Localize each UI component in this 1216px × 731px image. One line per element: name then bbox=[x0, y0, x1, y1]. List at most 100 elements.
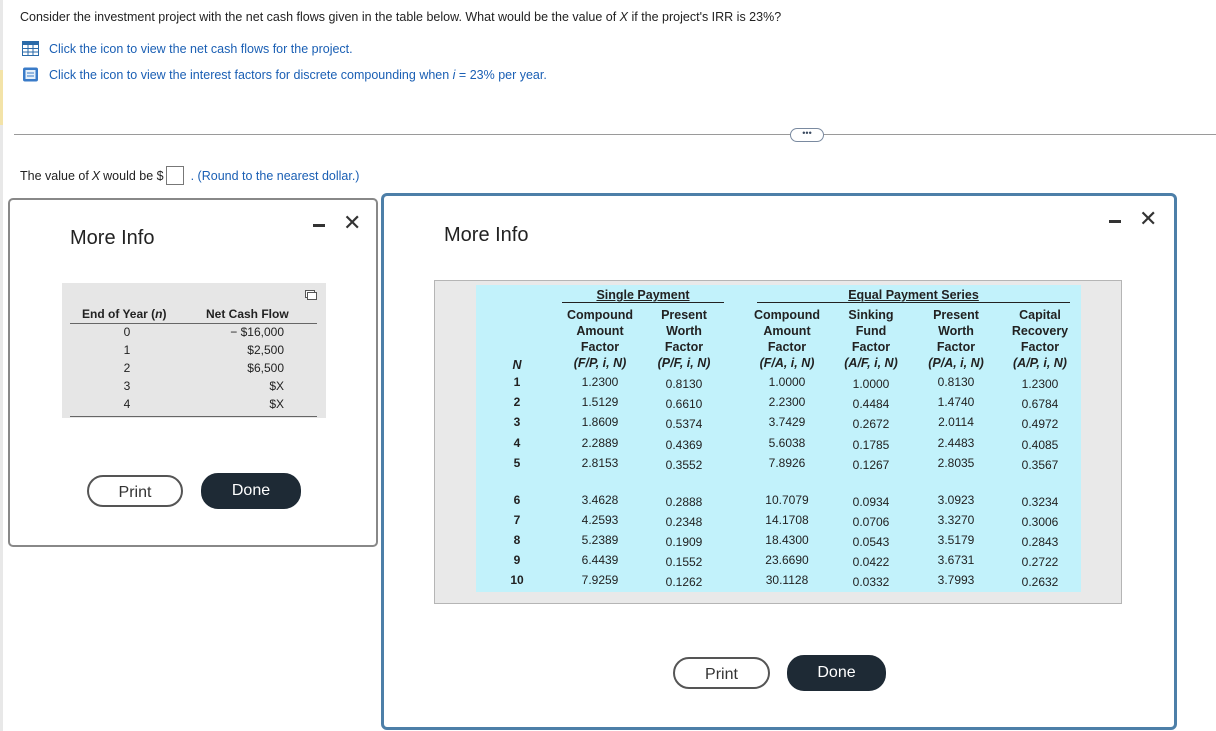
column-header-line: Fund bbox=[855, 324, 887, 338]
interest-factors-link-label[interactable]: Click the icon to view the interest fact… bbox=[49, 68, 547, 82]
n-cell: 4 bbox=[513, 436, 521, 450]
column-header-line: (P/A, i, N) bbox=[928, 356, 984, 370]
column-header-line: Factor bbox=[851, 340, 891, 354]
cash-flow-link-label[interactable]: Click the icon to view the net cash flow… bbox=[49, 42, 353, 56]
question-var: X bbox=[619, 10, 628, 24]
factor-cell: 2.0114 bbox=[938, 415, 974, 429]
factor-cell: 0.1909 bbox=[665, 535, 703, 549]
question-part: Consider the investment project with the… bbox=[20, 10, 620, 24]
cash-flow-cell: $6,500 bbox=[247, 361, 284, 375]
factor-cell: 0.3552 bbox=[665, 458, 703, 472]
n-cell: 2 bbox=[513, 395, 521, 409]
factor-cell: 7.8926 bbox=[768, 456, 806, 470]
group-single-payment: Single Payment bbox=[596, 288, 690, 302]
column-header-line: Amount bbox=[576, 324, 624, 338]
column-header: Capital Recovery Factor (A/P, i, N) bbox=[995, 307, 1085, 371]
factor-cell: 2.2889 bbox=[581, 436, 619, 450]
column-header-line: Sinking bbox=[848, 308, 894, 322]
link-text-part[interactable]: Click the icon to view the interest fact… bbox=[49, 68, 453, 82]
question-part: if the project's IRR is 23%? bbox=[628, 10, 782, 24]
minimize-icon[interactable] bbox=[1109, 220, 1121, 223]
close-icon[interactable]: ✕ bbox=[343, 212, 361, 234]
factor-cell: 2.4483 bbox=[937, 436, 975, 450]
factor-cell: 3.0923 bbox=[937, 493, 975, 507]
group-equal-payment: Equal Payment Series bbox=[848, 288, 979, 302]
answer-row: The value of X would be $ . (Round to th… bbox=[20, 166, 359, 185]
left-gutter bbox=[0, 0, 3, 731]
column-header-line: Factor bbox=[580, 340, 620, 354]
done-button[interactable]: Done bbox=[201, 473, 301, 509]
minimize-icon[interactable] bbox=[313, 224, 325, 227]
factor-cell: 14.1708 bbox=[765, 513, 809, 527]
factor-cell: 1.2300 bbox=[581, 375, 619, 389]
factor-cell: 5.6038 bbox=[768, 436, 806, 450]
factor-cell: 0.3234 bbox=[1021, 495, 1059, 509]
factor-cell: 3.5179 bbox=[937, 533, 975, 547]
column-header-line: Factor bbox=[1020, 340, 1060, 354]
n-cell: 6 bbox=[513, 493, 521, 507]
column-header-line: Worth bbox=[666, 324, 702, 338]
n-cell: 3 bbox=[513, 415, 521, 429]
document-icon[interactable] bbox=[22, 67, 39, 82]
link-text-part[interactable]: = 23% per year. bbox=[455, 68, 547, 82]
year-cell: 4 bbox=[123, 397, 131, 411]
table-bottom-line bbox=[70, 416, 317, 417]
factor-cell: 1.8609 bbox=[581, 415, 619, 429]
factor-cell: 0.5374 bbox=[665, 417, 703, 431]
column-header-line: (F/P, i, N) bbox=[573, 356, 627, 370]
year-cell: 0 bbox=[123, 325, 131, 339]
factor-cell: 3.7993 bbox=[937, 573, 975, 587]
column-header-line: Factor bbox=[664, 340, 704, 354]
print-button[interactable]: Print bbox=[87, 475, 183, 507]
header-year: End of Year (n) bbox=[82, 307, 167, 321]
factor-cell: 0.2722 bbox=[1021, 555, 1059, 569]
factor-cell: 0.1267 bbox=[852, 458, 890, 472]
answer-prefix: The value of bbox=[20, 168, 89, 183]
factor-cell: 0.2888 bbox=[665, 495, 703, 509]
interest-factors-link[interactable]: Click the icon to view the interest fact… bbox=[22, 67, 547, 82]
factor-cell: 0.6784 bbox=[1021, 397, 1059, 411]
cash-flow-cell: $2,500 bbox=[247, 343, 284, 357]
close-icon[interactable]: ✕ bbox=[1139, 208, 1157, 230]
n-cell: 8 bbox=[513, 533, 521, 547]
group-underline bbox=[562, 302, 724, 303]
factor-cell: 0.0934 bbox=[852, 495, 890, 509]
factor-cell: 0.0706 bbox=[852, 515, 890, 529]
dialog-title: More Info bbox=[444, 224, 529, 246]
column-header-line: Worth bbox=[938, 324, 974, 338]
copy-icon[interactable] bbox=[305, 290, 317, 300]
table-icon[interactable] bbox=[22, 41, 39, 56]
factor-cell: 0.4972 bbox=[1021, 417, 1059, 431]
column-header: Present Worth Factor (P/F, i, N) bbox=[639, 307, 729, 371]
column-header: Present Worth Factor (P/A, i, N) bbox=[911, 307, 1001, 371]
factor-cell: 0.1262 bbox=[665, 575, 703, 589]
factor-cell: 0.2672 bbox=[852, 417, 890, 431]
print-button[interactable]: Print bbox=[673, 657, 770, 689]
factor-cell: 3.3270 bbox=[937, 513, 975, 527]
column-header-line: Capital bbox=[1019, 308, 1061, 322]
answer-input[interactable] bbox=[165, 166, 184, 185]
factor-cell: 3.6731 bbox=[937, 553, 975, 567]
cash-flow-cell: $X bbox=[269, 397, 284, 411]
answer-hint: . (Round to the nearest dollar.) bbox=[190, 168, 360, 183]
factor-cell: 1.2300 bbox=[1021, 377, 1059, 391]
cash-flow-link[interactable]: Click the icon to view the net cash flow… bbox=[22, 41, 353, 56]
factor-cell: 1.5129 bbox=[581, 395, 619, 409]
dialog-title: More Info bbox=[70, 227, 155, 249]
factor-cell: 0.0543 bbox=[852, 535, 890, 549]
done-button[interactable]: Done bbox=[787, 655, 886, 691]
expand-more-button[interactable]: ••• bbox=[790, 128, 824, 142]
question-text: Consider the investment project with the… bbox=[20, 10, 781, 24]
table-row: 2 $6,500 bbox=[62, 361, 326, 379]
table-row: 0 − $16,000 bbox=[62, 325, 326, 343]
factor-cell: 2.8153 bbox=[581, 456, 619, 470]
factor-cell: 3.4628 bbox=[581, 493, 619, 507]
factor-cell: 0.4369 bbox=[665, 438, 703, 452]
n-cell: 1 bbox=[513, 375, 521, 389]
year-cell: 1 bbox=[123, 343, 131, 357]
table-row: 4 $X bbox=[62, 397, 326, 415]
column-header-line: (P/F, i, N) bbox=[657, 356, 711, 370]
factor-cell: 1.0000 bbox=[768, 375, 806, 389]
column-header-line: (F/A, i, N) bbox=[759, 356, 815, 370]
factor-cell: 0.6610 bbox=[665, 397, 703, 411]
